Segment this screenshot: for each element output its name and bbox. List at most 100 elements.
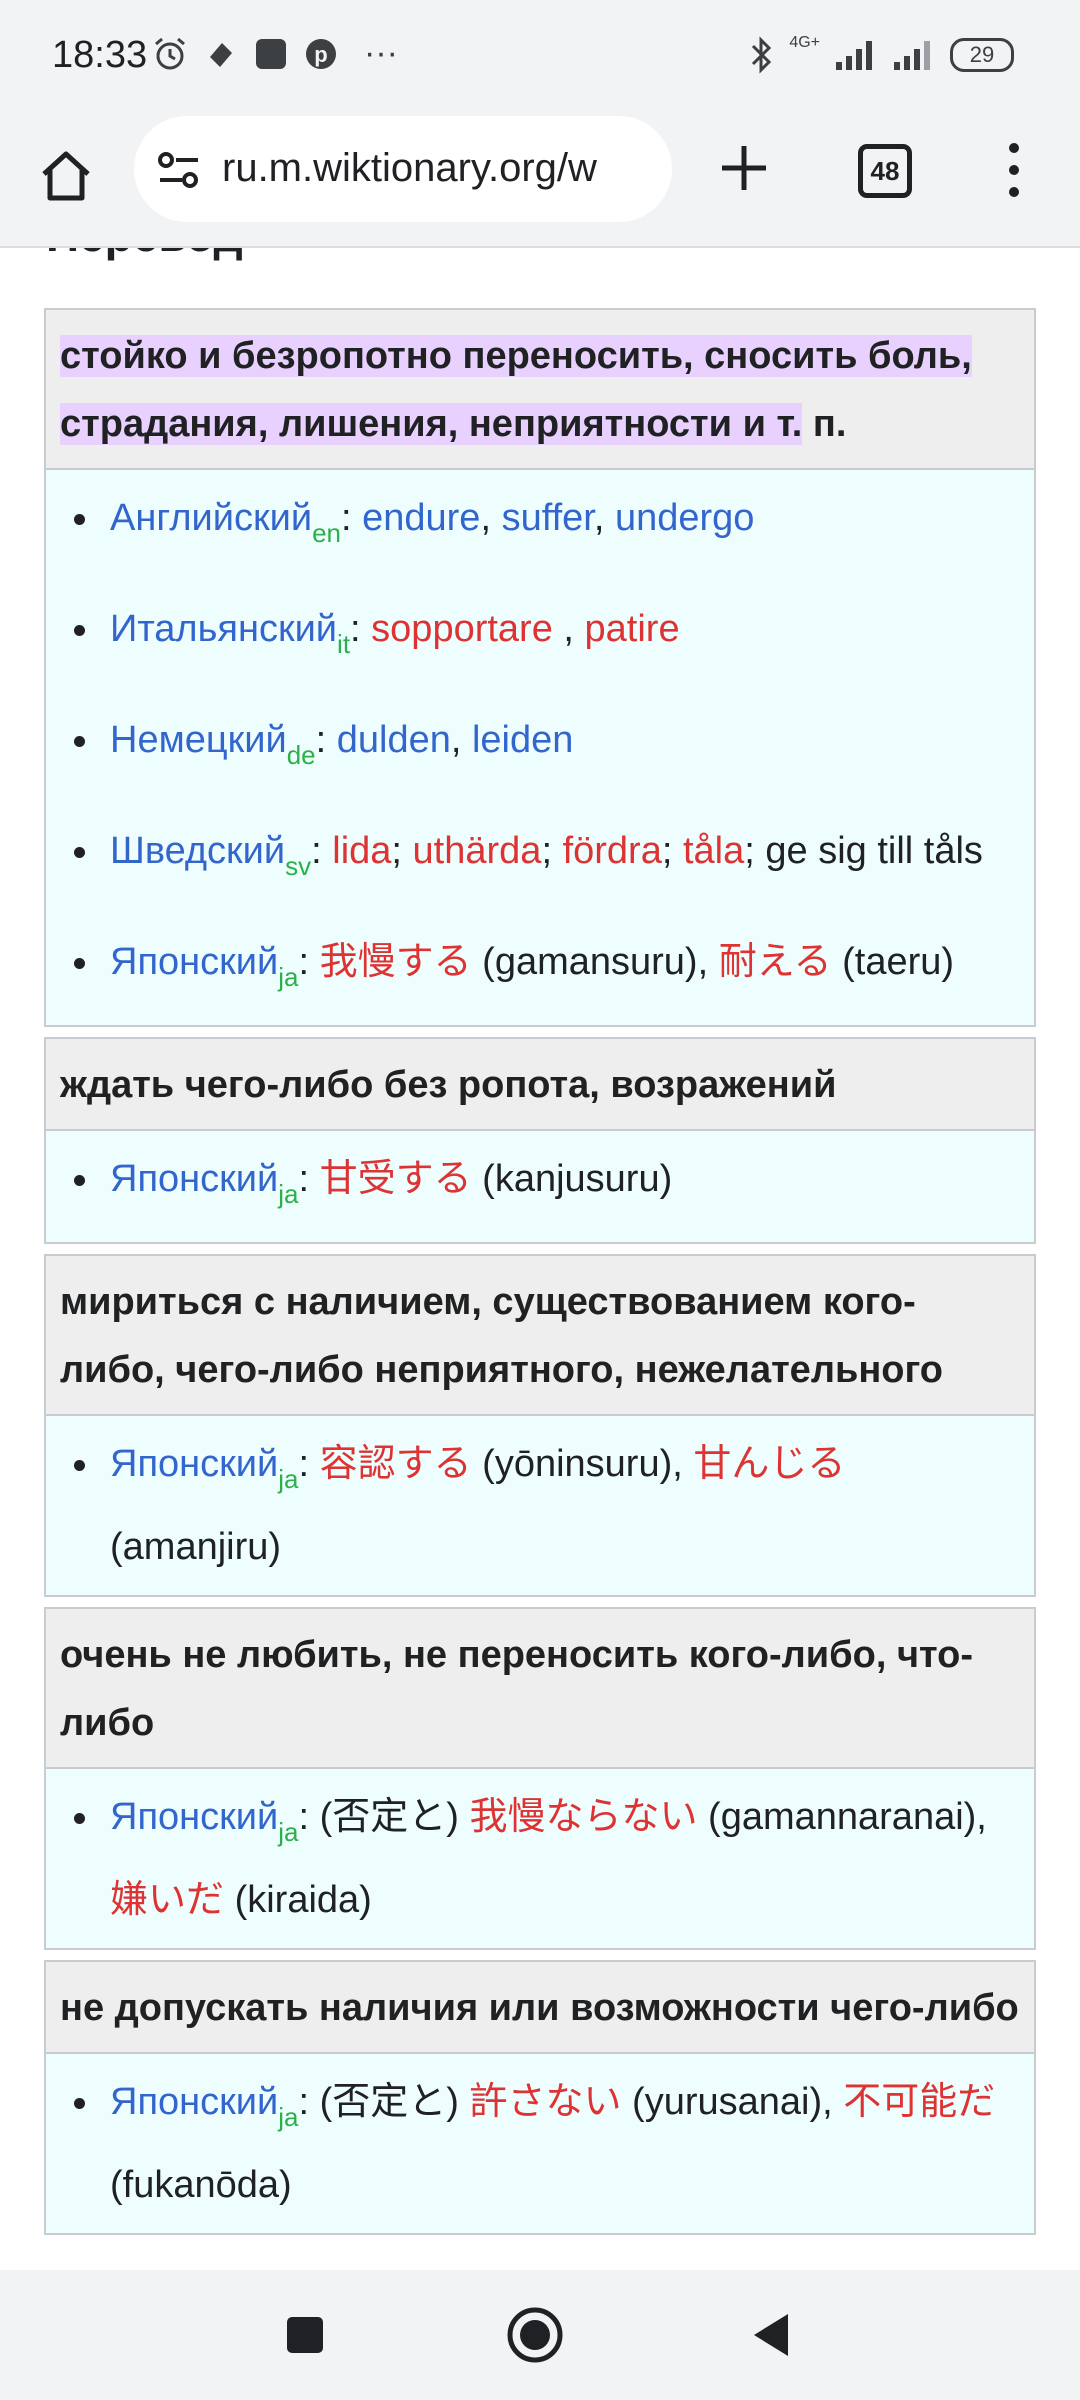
alarm-icon	[155, 37, 185, 69]
section-heading: Перевод	[46, 248, 243, 262]
translation-text: ;	[391, 830, 413, 872]
separator: :	[350, 608, 372, 650]
language-code-link[interactable]: it	[337, 629, 350, 659]
translation-link[interactable]: endure	[362, 497, 480, 539]
translation-item: Английскийen: endure, suffer, undergo	[60, 484, 1020, 567]
app-square-icon	[256, 38, 286, 69]
signal-2-icon	[894, 41, 930, 70]
translation-text: ;	[661, 830, 683, 872]
bullet-icon	[74, 1175, 85, 1186]
recents-button[interactable]	[270, 2300, 340, 2370]
translation-text: (kanjusuru)	[471, 1158, 673, 1200]
status-bar: 18:33 p ··· 4G+ 29	[0, 0, 1080, 112]
tab-switcher-button[interactable]: 48	[858, 144, 912, 198]
translation-link[interactable]: 許さない	[469, 2081, 621, 2123]
translation-link[interactable]: 我慢する	[320, 941, 472, 983]
language-code-link[interactable]: sv	[285, 851, 311, 881]
overflow-menu-icon[interactable]	[1004, 140, 1024, 200]
page-content: Перевод стойко и безропотно переносить, …	[0, 248, 1080, 2268]
translation-link[interactable]: 嫌いだ	[110, 1879, 224, 1921]
home-button[interactable]	[500, 2300, 570, 2370]
language-link[interactable]: Итальянский	[110, 608, 337, 650]
translation-link[interactable]: uthärda	[413, 830, 542, 872]
separator: :	[340, 497, 363, 539]
translation-text: (yōninsuru),	[471, 1443, 694, 1485]
translation-link[interactable]: 不可能だ	[843, 2081, 995, 2123]
translation-link[interactable]: dulden	[337, 719, 451, 761]
separator: :	[315, 719, 337, 761]
translations-block: Японскийja: 容認する (yōninsuru), 甘んじる (aman…	[44, 1416, 1036, 1597]
bullet-icon	[74, 514, 85, 525]
translation-text: (否定と)	[319, 2081, 470, 2123]
translation-link[interactable]: 甘受する	[320, 1158, 472, 1200]
translation-link[interactable]: sopportare	[371, 608, 553, 650]
translation-link[interactable]: 耐える	[719, 941, 832, 983]
translation-link[interactable]: leiden	[472, 719, 573, 761]
sense-row: мириться с наличием, существованием кого…	[44, 1254, 1036, 1416]
translations-block: Японскийja: 甘受する (kanjusuru)	[44, 1131, 1036, 1244]
signal-icon	[836, 41, 872, 70]
sense-text: ждать чего-либо без ропота, возражений	[60, 1064, 837, 1106]
bullet-icon	[74, 736, 85, 747]
translation-link[interactable]: suffer	[502, 497, 594, 539]
translation-link[interactable]: 容認する	[320, 1443, 472, 1485]
language-link[interactable]: Японский	[110, 941, 278, 983]
language-link[interactable]: Английский	[110, 497, 312, 539]
translation-link[interactable]: 我慢ならない	[469, 1796, 697, 1838]
sense-row: ждать чего-либо без ропота, возражений	[44, 1037, 1036, 1131]
translation-link[interactable]: undergo	[615, 497, 754, 539]
home-circle-icon	[507, 2307, 563, 2363]
url-text[interactable]: ru.m.wiktionary.org/w	[222, 146, 597, 191]
translation-item: Итальянскийit: sopportare , patire	[60, 595, 1020, 678]
bluetooth-icon	[752, 36, 772, 74]
translation-link[interactable]: tåla	[683, 830, 744, 872]
bullet-icon	[74, 958, 85, 969]
language-link[interactable]: Немецкий	[110, 719, 287, 761]
site-settings-icon[interactable]	[156, 150, 202, 190]
network-type: 4G+	[789, 34, 820, 51]
bullet-icon	[74, 1813, 85, 1824]
svg-text:p: p	[314, 42, 327, 67]
language-code-link[interactable]: ja	[278, 962, 298, 992]
translation-text: (amanjiru)	[110, 1526, 282, 1568]
separator: :	[298, 1443, 320, 1485]
separator: :	[298, 1158, 320, 1200]
new-tab-icon[interactable]	[718, 142, 770, 194]
translation-link[interactable]: lida	[332, 830, 391, 872]
home-icon[interactable]	[36, 146, 96, 206]
language-code-link[interactable]: ja	[278, 2102, 298, 2132]
translation-text: ; ge sig till tåls	[744, 830, 983, 872]
language-link[interactable]: Шведский	[110, 830, 285, 872]
language-code-link[interactable]: ja	[278, 1817, 298, 1847]
language-code-link[interactable]: de	[287, 740, 316, 770]
sense-row: не допускать наличия или возможности чег…	[44, 1960, 1036, 2054]
translation-link[interactable]: fördra	[563, 830, 662, 872]
status-time: 18:33	[52, 34, 148, 76]
translation-text: (taeru)	[831, 941, 955, 983]
language-link[interactable]: Японский	[110, 1158, 278, 1200]
translations-block: Японскийja: (否定と) 許さない (yurusanai), 不可能だ…	[44, 2054, 1036, 2235]
translation-text: ,	[450, 719, 472, 761]
translation-link[interactable]: 甘んじる	[693, 1443, 845, 1485]
translation-text: (gamansuru),	[471, 941, 719, 983]
language-code-link[interactable]: ja	[278, 1179, 298, 1209]
system-nav-bar	[0, 2270, 1080, 2400]
bullet-icon	[74, 2098, 85, 2109]
language-link[interactable]: Японский	[110, 2081, 278, 2123]
back-button[interactable]	[735, 2300, 805, 2370]
language-code-link[interactable]: ja	[278, 1464, 298, 1494]
language-code-link[interactable]: en	[312, 518, 341, 548]
separator: :	[298, 1796, 320, 1838]
translation-text: ;	[541, 830, 563, 872]
address-bar[interactable]: ru.m.wiktionary.org/w	[134, 116, 672, 222]
translation-item: Немецкийde: dulden, leiden	[60, 706, 1020, 789]
translation-item: Японскийja: 甘受する (kanjusuru)	[60, 1145, 1020, 1228]
language-link[interactable]: Японский	[110, 1443, 278, 1485]
bullet-icon	[74, 1460, 85, 1471]
translation-table: стойко и безропотно переносить, сносить …	[44, 308, 1036, 2245]
translation-text: ,	[480, 497, 502, 539]
sense-text: мириться с наличием, существованием кого…	[60, 1281, 944, 1391]
language-link[interactable]: Японский	[110, 1796, 278, 1838]
translation-text: ,	[593, 497, 615, 539]
translation-link[interactable]: patire	[585, 608, 680, 650]
